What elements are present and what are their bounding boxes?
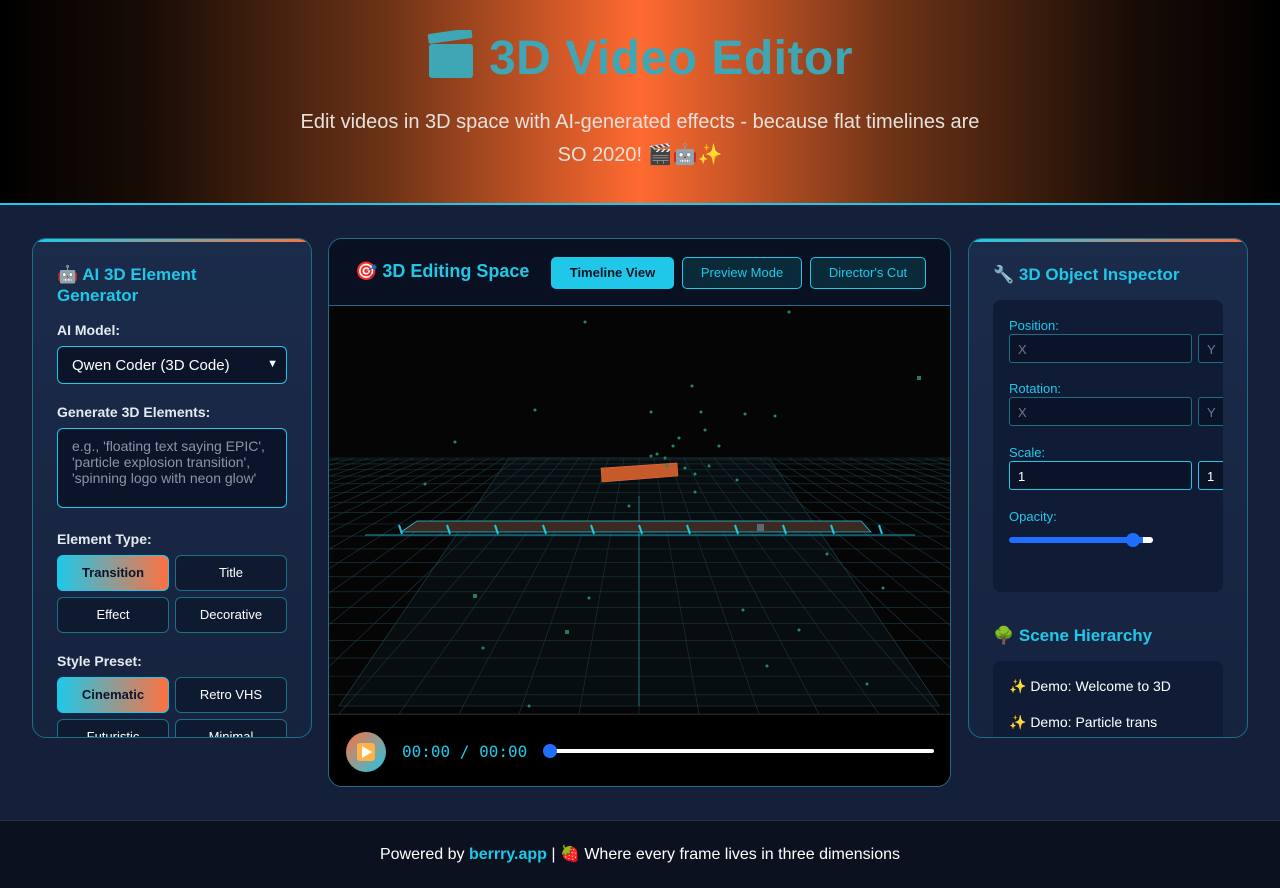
type-transition-button[interactable]: Transition: [57, 555, 169, 591]
type-effect-button[interactable]: Effect: [57, 597, 169, 633]
type-decorative-button[interactable]: Decorative: [175, 597, 287, 633]
style-label: Style Preset:: [57, 653, 142, 669]
footer-prefix: Powered by: [379, 846, 465, 863]
prompt-label: Generate 3D Elements:: [57, 404, 211, 420]
model-label: AI Model:: [57, 322, 120, 338]
inspector-title: 🔧 3D Object Inspector: [993, 265, 1180, 284]
timeline-scrubber[interactable]: [551, 749, 934, 753]
timeline-view-button[interactable]: Timeline View: [551, 257, 674, 289]
app-header: 3D Video Editor Edit videos in 3D space …: [0, 0, 1280, 205]
berrry-link[interactable]: berrry.app: [469, 846, 547, 863]
editing-space-title: 🎯 3D Editing Space: [355, 261, 530, 281]
generator-title: 🤖 AI 3D Element Generator: [57, 265, 197, 305]
position-label: Position:: [1009, 318, 1059, 333]
style-cinematic-button[interactable]: Cinematic: [57, 677, 169, 713]
play-icon: [357, 743, 375, 761]
editing-space-panel: 🎯 3D Editing Space Timeline View Preview…: [328, 238, 951, 787]
app-title: 3D Video Editor: [0, 28, 1280, 86]
rotation-label: Rotation:: [1009, 381, 1062, 396]
scale-label: Scale:: [1009, 445, 1046, 460]
app-subtitle: Edit videos in 3D space with AI-generate…: [300, 111, 980, 166]
ai-generator-panel: 🤖 AI 3D Element Generator AI Model: Qwen…: [32, 238, 312, 738]
time-display: 00:00 / 00:00: [402, 742, 528, 761]
style-futuristic-button[interactable]: Futuristic: [57, 719, 169, 737]
scene-hierarchy-list: ✨ Demo: Welcome to 3D ✨ Demo: Particle t…: [993, 661, 1223, 737]
hierarchy-item[interactable]: ✨ Demo: Particle trans: [1009, 714, 1157, 731]
hierarchy-item[interactable]: ✨ Demo: Welcome to 3D: [1009, 678, 1171, 695]
model-select[interactable]: Qwen Coder (3D Code) ▼: [57, 346, 287, 384]
directors-cut-button[interactable]: Director's Cut: [810, 257, 926, 289]
editing-space-header: 🎯 3D Editing Space Timeline View Preview…: [329, 239, 950, 306]
footer-suffix: | 🍓 Where every frame lives in three dim…: [551, 846, 900, 863]
play-button[interactable]: [346, 732, 386, 772]
clapperboard-icon: [427, 28, 475, 80]
hierarchy-title: 🌳 Scene Hierarchy: [993, 626, 1153, 645]
position-y-input[interactable]: Y: [1198, 334, 1223, 363]
3d-scene-canvas[interactable]: [329, 306, 950, 715]
prompt-input[interactable]: e.g., 'floating text saying EPIC', 'part…: [57, 428, 287, 508]
scale-y-input[interactable]: 1: [1198, 461, 1223, 490]
transform-box: Position: X Y Rotation: X Y Scale: 1 1 O…: [993, 300, 1223, 592]
chevron-down-icon: ▼: [267, 358, 278, 370]
type-title-button[interactable]: Title: [175, 555, 287, 591]
rotation-x-input[interactable]: X: [1009, 397, 1192, 426]
scrubber-handle[interactable]: [543, 744, 557, 758]
preview-mode-button[interactable]: Preview Mode: [682, 257, 802, 289]
scale-x-input[interactable]: 1: [1009, 461, 1192, 490]
rotation-y-input[interactable]: Y: [1198, 397, 1223, 426]
style-minimal-button[interactable]: Minimal: [175, 719, 287, 737]
position-x-input[interactable]: X: [1009, 334, 1192, 363]
footer: Powered by berrry.app | 🍓 Where every fr…: [0, 820, 1280, 888]
object-inspector-panel: 🔧 3D Object Inspector Position: X Y Rota…: [968, 238, 1248, 738]
playback-controls: 00:00 / 00:00: [329, 714, 950, 786]
3d-viewport[interactable]: [329, 306, 950, 715]
style-retro-vhs-button[interactable]: Retro VHS: [175, 677, 287, 713]
type-label: Element Type:: [57, 531, 152, 547]
opacity-label: Opacity:: [1009, 509, 1057, 524]
opacity-slider-handle[interactable]: [1126, 533, 1140, 547]
